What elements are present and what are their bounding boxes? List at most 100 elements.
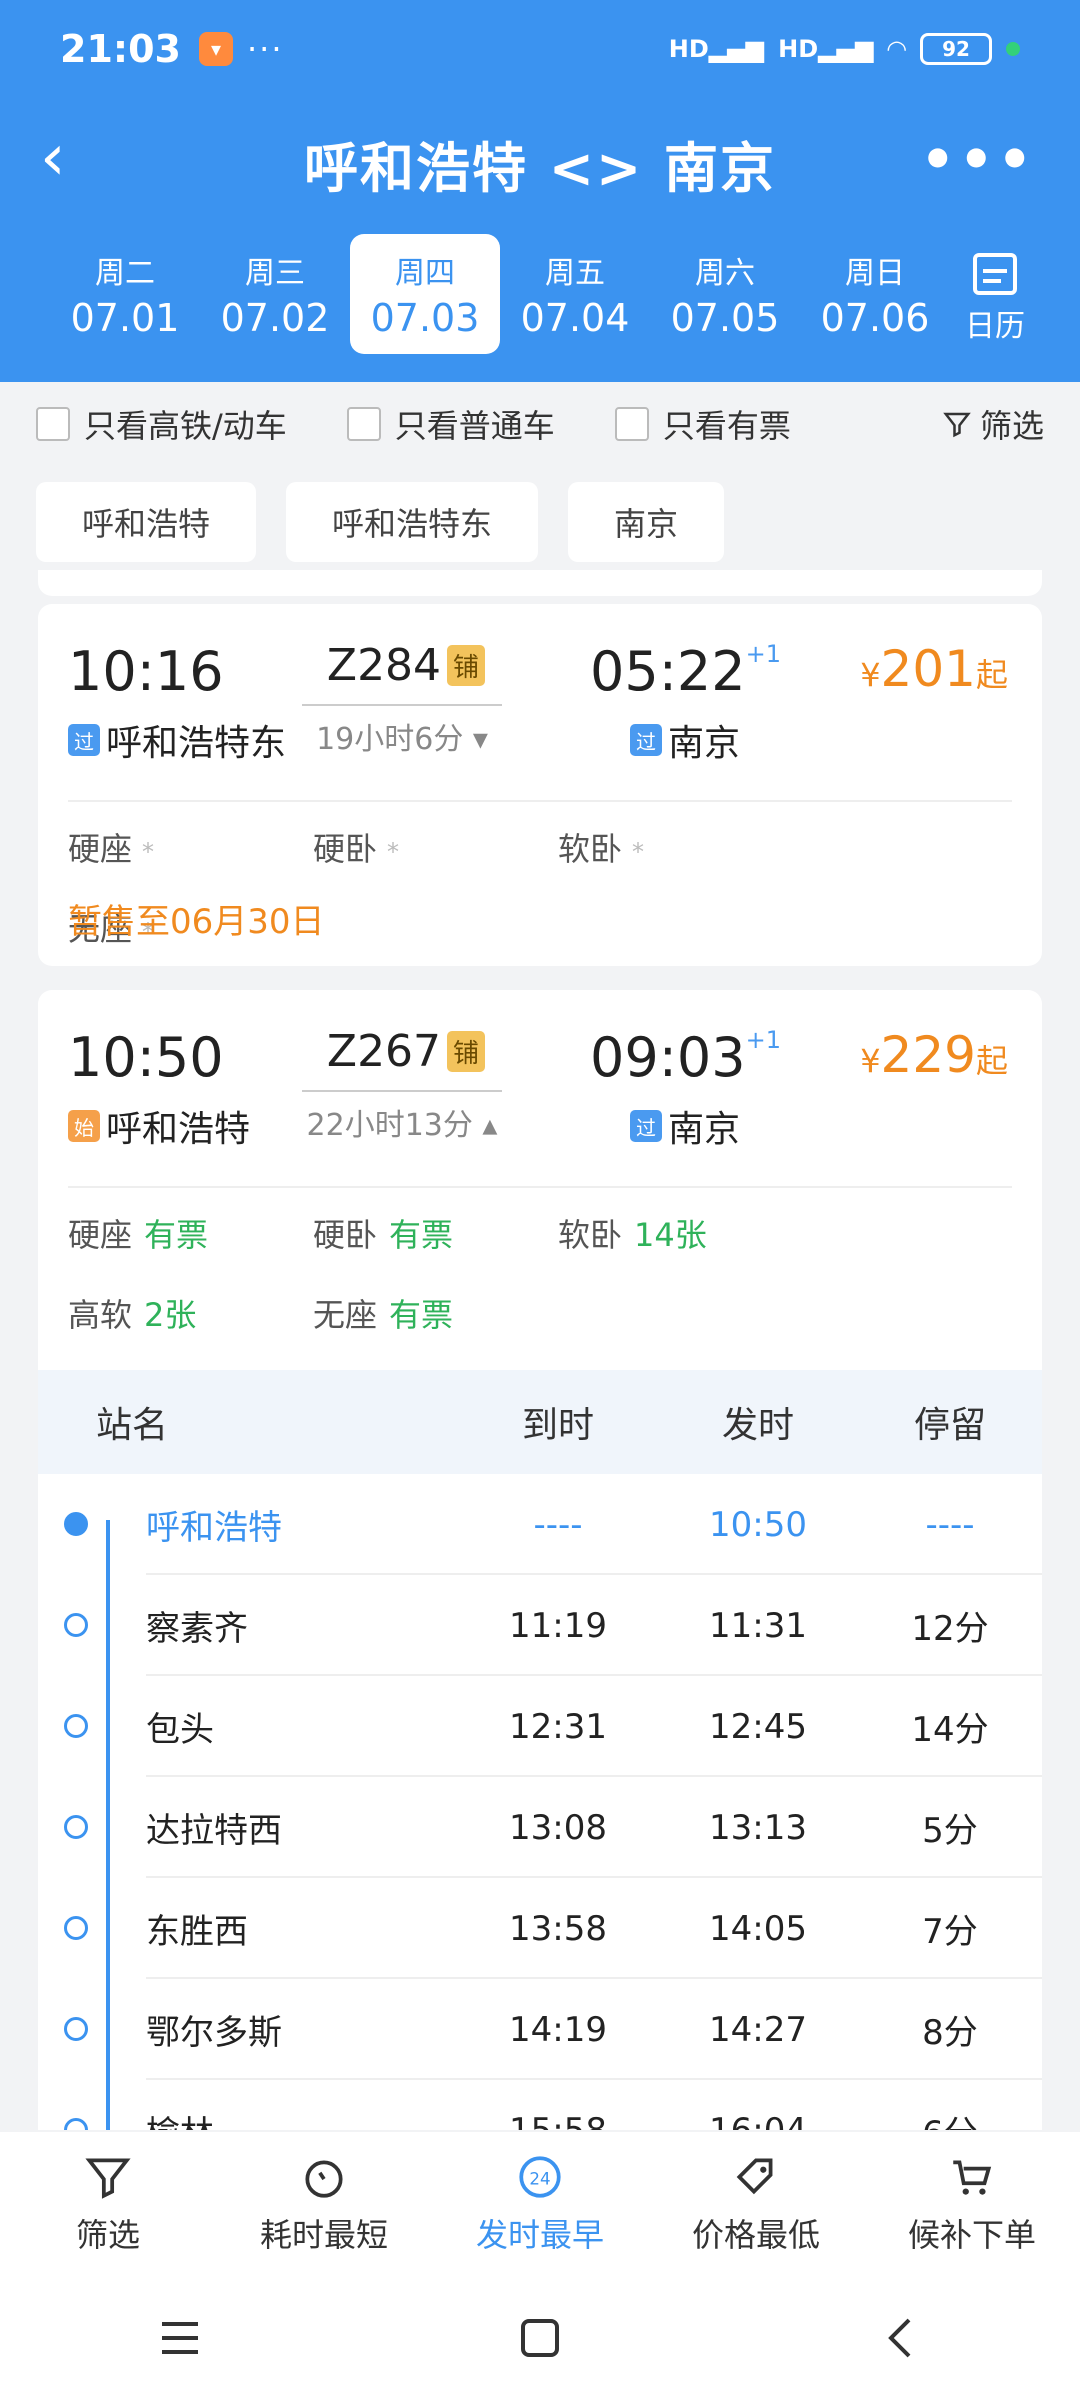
home-nav-button[interactable] xyxy=(500,2298,580,2378)
pass-tag: 过 xyxy=(630,1110,662,1142)
divider xyxy=(68,800,1012,802)
clock-24-icon: 24 xyxy=(519,2156,561,2198)
calendar-label: 日历 xyxy=(965,309,1025,344)
header: 21:03 ▾ ··· HD▂▄▆ HD▂▄▆ ◠ 92 ‹ 呼和浩特 <> 南… xyxy=(0,0,1080,382)
price-tag-icon xyxy=(736,2158,773,2195)
timeline-node-icon xyxy=(64,1815,88,1839)
arrival-station: 过南京 xyxy=(630,1100,740,1152)
timer-icon xyxy=(305,2160,343,2198)
arrival-station: 过南京 xyxy=(630,714,740,766)
status-icons: HD▂▄▆ HD▂▄▆ ◠ 92 xyxy=(669,33,1020,65)
station-tab[interactable]: 呼和浩特东 xyxy=(286,482,539,562)
system-nav-bar xyxy=(0,2276,1080,2400)
svg-text:24: 24 xyxy=(529,2169,550,2188)
youpiao-checkbox[interactable]: 只看有票 xyxy=(614,401,791,447)
seat-item: 软卧 14张 xyxy=(558,1216,707,1254)
seat-item: 硬座 有票 xyxy=(68,1216,209,1254)
back-nav-button[interactable] xyxy=(860,2298,940,2378)
funnel-icon xyxy=(85,2158,131,2199)
calendar-icon xyxy=(973,253,1017,295)
seat-item: 高软 2张 xyxy=(68,1296,197,1334)
status-dot xyxy=(1006,42,1020,56)
checkbox-icon xyxy=(346,407,381,441)
stop-schedule: 站名 到时 发时 停留 呼和浩特 ---- 10:50 ---- 察素齐 11:19 11… xyxy=(38,1370,1042,2130)
seat-item: 硬卧 * xyxy=(313,830,400,868)
menu-icon xyxy=(162,2322,198,2354)
stop-row: 榆林15:5816:046分 xyxy=(38,2080,1042,2130)
timeline-node-icon xyxy=(64,1613,88,1637)
bottom-bar: 筛选 耗时最短 24 发时最早 价格最低 候补下单 xyxy=(0,2132,1080,2276)
wifi-icon: ◠ xyxy=(887,35,906,63)
route-title: 呼和浩特 <> 南京 xyxy=(303,137,777,200)
presale-notice: 暂售至06月30日 xyxy=(68,902,325,942)
stop-table-header: 站名 到时 发时 停留 xyxy=(38,1370,1042,1474)
berth-badge: 铺 xyxy=(447,1031,486,1072)
train-number: Z284 铺 xyxy=(306,640,506,691)
stop-row: 包头 12:31 12:45 14分 xyxy=(38,1676,1042,1777)
station-tab[interactable]: 南京 xyxy=(568,482,725,562)
departure-station: 始呼和浩特 xyxy=(68,1100,250,1152)
stop-row: 达拉特西 13:08 13:13 5分 xyxy=(38,1777,1042,1878)
waitlist-tab[interactable]: 候补下单 xyxy=(872,2152,1072,2256)
nav-row: ‹ 呼和浩特 <> 南京 ••• xyxy=(0,118,1080,202)
date-item[interactable]: 周五 07.04 xyxy=(500,234,650,354)
signal-icon: HD▂▄▆ xyxy=(668,35,765,63)
signal-2-icon: HD▂▄▆ xyxy=(778,35,874,63)
timeline-node-icon xyxy=(64,2017,88,2041)
pass-tag: 过 xyxy=(68,724,100,756)
berth-badge: 铺 xyxy=(447,645,486,686)
date-selector: 周二 07.01 周三 07.02 周四 07.03 周五 07.04 周六 07.05 … xyxy=(50,234,950,354)
earliest-departure-tab[interactable]: 24 发时最早 xyxy=(440,2152,640,2256)
previous-train-card xyxy=(38,570,1042,596)
checkbox-icon xyxy=(36,407,70,441)
price: ¥229起 xyxy=(860,1026,1008,1084)
duration-toggle[interactable]: 19小时6分 ▾ xyxy=(302,714,502,758)
cart-icon xyxy=(953,2160,992,2195)
date-item[interactable]: 周六 07.05 xyxy=(650,234,800,354)
calendar-button[interactable]: 日历 xyxy=(940,244,1050,354)
duration-line xyxy=(302,704,502,706)
battery-icon: 92 xyxy=(920,33,992,65)
date-item-selected[interactable]: 周四 07.03 xyxy=(350,234,500,354)
more-button[interactable]: ••• xyxy=(920,128,1036,191)
timeline-node-icon xyxy=(64,1916,88,1940)
arrival-time: 09:03+1 xyxy=(590,1026,782,1089)
lowest-price-tab[interactable]: 价格最低 xyxy=(656,2152,856,2256)
home-square-icon xyxy=(521,2319,559,2357)
station-tabs: 呼和浩特 呼和浩特东 南京 xyxy=(36,482,725,562)
stop-row: 呼和浩特 ---- 10:50 ---- xyxy=(38,1474,1042,1575)
date-item[interactable]: 周日 07.06 xyxy=(800,234,950,354)
shortest-duration-tab[interactable]: 耗时最短 xyxy=(224,2152,424,2256)
train-card[interactable]: 10:16 过呼和浩特东 Z284 铺 19小时6分 ▾ 05:22+1 过南京 … xyxy=(38,604,1042,966)
status-bar: 21:03 ▾ ··· HD▂▄▆ HD▂▄▆ ◠ 92 xyxy=(60,26,1020,72)
departure-time: 10:16 xyxy=(68,640,224,703)
seat-item: 无座 有票 xyxy=(313,1296,454,1334)
status-time: 21:03 xyxy=(60,27,181,71)
arrival-time: 05:22+1 xyxy=(590,640,782,703)
seat-item: 软卧 * xyxy=(558,830,645,868)
stop-row: 察素齐 11:19 11:31 12分 xyxy=(38,1575,1042,1676)
duration-line xyxy=(302,1090,502,1092)
duration-toggle[interactable]: 22小时13分 ▴ xyxy=(302,1100,502,1144)
pass-tag: 过 xyxy=(630,724,662,756)
filter-tab[interactable]: 筛选 xyxy=(8,2152,208,2256)
seat-item: 硬卧 有票 xyxy=(313,1216,454,1254)
stop-row: 东胜西 13:58 14:05 7分 xyxy=(38,1878,1042,1979)
train-card-expanded[interactable]: 10:50 始呼和浩特 Z267 铺 22小时13分 ▴ 09:03+1 过南京 … xyxy=(38,990,1042,1370)
gaotie-checkbox[interactable]: 只看高铁/动车 xyxy=(36,401,287,447)
menu-nav-button[interactable] xyxy=(140,2298,220,2378)
date-item[interactable]: 周三 07.02 xyxy=(200,234,350,354)
date-item[interactable]: 周二 07.01 xyxy=(50,234,200,354)
price: ¥201起 xyxy=(860,640,1008,698)
seat-item: 硬座 * xyxy=(68,830,155,868)
status-more: ··· xyxy=(246,30,284,68)
divider xyxy=(68,1186,1012,1188)
filter-row: 只看高铁/动车 只看普通车 只看有票 筛选 xyxy=(36,400,1044,448)
putong-checkbox[interactable]: 只看普通车 xyxy=(346,401,555,447)
train-number: Z267 铺 xyxy=(306,1026,506,1077)
station-tab[interactable]: 呼和浩特 xyxy=(36,482,257,562)
seat-list: 硬座 有票 硬卧 有票 软卧 14张 高软 2张 无座 有票 xyxy=(68,1210,1012,1336)
filter-button[interactable]: 筛选 xyxy=(942,401,1044,447)
timeline-node-icon xyxy=(64,1512,88,1536)
departure-time: 10:50 xyxy=(68,1026,224,1089)
